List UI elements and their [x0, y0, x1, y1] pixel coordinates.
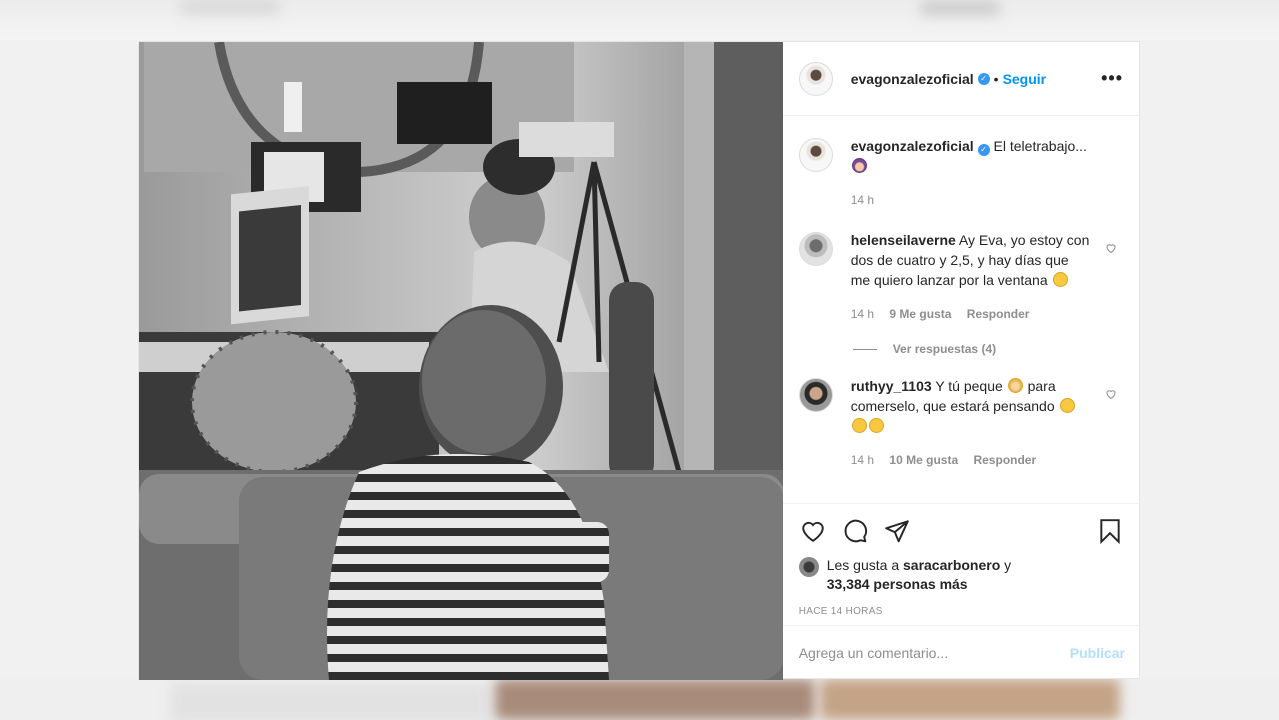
comment-username[interactable]: ruthyy_1103 — [851, 378, 932, 394]
background-blur — [820, 679, 1120, 720]
publish-button[interactable]: Publicar — [1070, 645, 1125, 661]
post-card: evagonzalezoficial ✓ • Seguir ••• evagon… — [138, 41, 1140, 680]
author-avatar[interactable] — [798, 61, 833, 96]
likes-count[interactable]: 33,384 personas más — [827, 576, 968, 592]
baby-emoji-icon — [1007, 378, 1023, 393]
save-bookmark-icon[interactable] — [1097, 517, 1123, 545]
comment-time[interactable]: 14 h — [851, 307, 874, 321]
comment-item: ruthyy_1103 Y tú peque para comerselo, q… — [798, 376, 1123, 470]
laughing-emoji-icon — [851, 418, 867, 433]
background-blur — [180, 0, 280, 14]
comment-item: helenseilaverne Ay Eva, yo estoy con dos… — [798, 230, 1123, 324]
background-bottom — [0, 679, 1279, 720]
share-paper-plane-icon[interactable] — [883, 518, 911, 544]
comment-username[interactable]: helenseilaverne — [851, 232, 956, 248]
background-blur — [170, 683, 490, 720]
author-avatar[interactable] — [798, 138, 833, 172]
post-timestamp[interactable]: HACE 14 HORAS — [799, 606, 1123, 617]
post-sidebar: evagonzalezoficial ✓ • Seguir ••• evagon… — [782, 42, 1139, 680]
comment-like-heart-icon[interactable] — [1105, 388, 1117, 400]
comment-likes[interactable]: 10 Me gusta — [889, 453, 958, 467]
add-comment-bar: Agrega un comentario... Publicar — [782, 625, 1139, 680]
woman-technologist-emoji-icon — [851, 158, 867, 173]
view-replies-label[interactable]: Ver respuestas (4) — [893, 342, 996, 356]
caption-time[interactable]: 14 h — [851, 193, 874, 207]
grinning-emoji-icon — [1059, 398, 1075, 413]
comment-text: Y tú peque — [935, 378, 1003, 394]
caption: evagonzalezoficial ✓ El teletrabajo... 14… — [798, 136, 1123, 210]
likes-summary: Les gusta a saracarbonero y 33,384 perso… — [798, 556, 1123, 594]
background-top — [0, 0, 1279, 40]
reply-button[interactable]: Responder — [973, 453, 1036, 467]
comment-like-heart-icon[interactable] — [1105, 242, 1117, 254]
comment-bubble-icon[interactable] — [841, 518, 869, 544]
verified-icon: ✓ — [977, 144, 990, 156]
like-heart-icon[interactable] — [799, 518, 827, 544]
post-actions: Les gusta a saracarbonero y 33,384 perso… — [782, 503, 1139, 625]
replies-line — [852, 348, 877, 350]
comments-list[interactable]: evagonzalezoficial ✓ El teletrabajo... 14… — [783, 116, 1139, 503]
post-photo[interactable] — [139, 42, 783, 680]
separator-dot: • — [993, 70, 999, 87]
comment-input[interactable]: Agrega un comentario... — [799, 645, 948, 661]
smiling-emoji-icon — [868, 418, 884, 433]
liker-avatar[interactable] — [798, 557, 819, 577]
comment-time[interactable]: 14 h — [851, 453, 874, 467]
likes-suffix: y — [1004, 557, 1012, 573]
caption-text: El teletrabajo... — [993, 138, 1087, 154]
background-blur — [495, 679, 815, 720]
post-image — [139, 42, 783, 680]
reply-button[interactable]: Responder — [967, 307, 1030, 321]
likes-username[interactable]: saracarbonero — [903, 557, 1000, 573]
commenter-avatar[interactable] — [798, 232, 833, 266]
more-options-icon[interactable]: ••• — [1101, 68, 1123, 89]
follow-button[interactable]: Seguir — [1003, 71, 1047, 87]
laughing-emoji-icon — [1052, 272, 1068, 287]
comment-likes[interactable]: 9 Me gusta — [889, 307, 951, 321]
background-blur — [920, 0, 1000, 16]
author-username[interactable]: evagonzalezoficial — [851, 71, 974, 87]
view-replies-button[interactable]: Ver respuestas (4) — [852, 342, 1123, 356]
caption-username[interactable]: evagonzalezoficial — [851, 138, 974, 154]
post-header: evagonzalezoficial ✓ • Seguir ••• — [782, 42, 1139, 116]
likes-prefix: Les gusta a — [826, 557, 900, 573]
commenter-avatar[interactable] — [798, 378, 833, 412]
verified-icon: ✓ — [977, 72, 990, 85]
